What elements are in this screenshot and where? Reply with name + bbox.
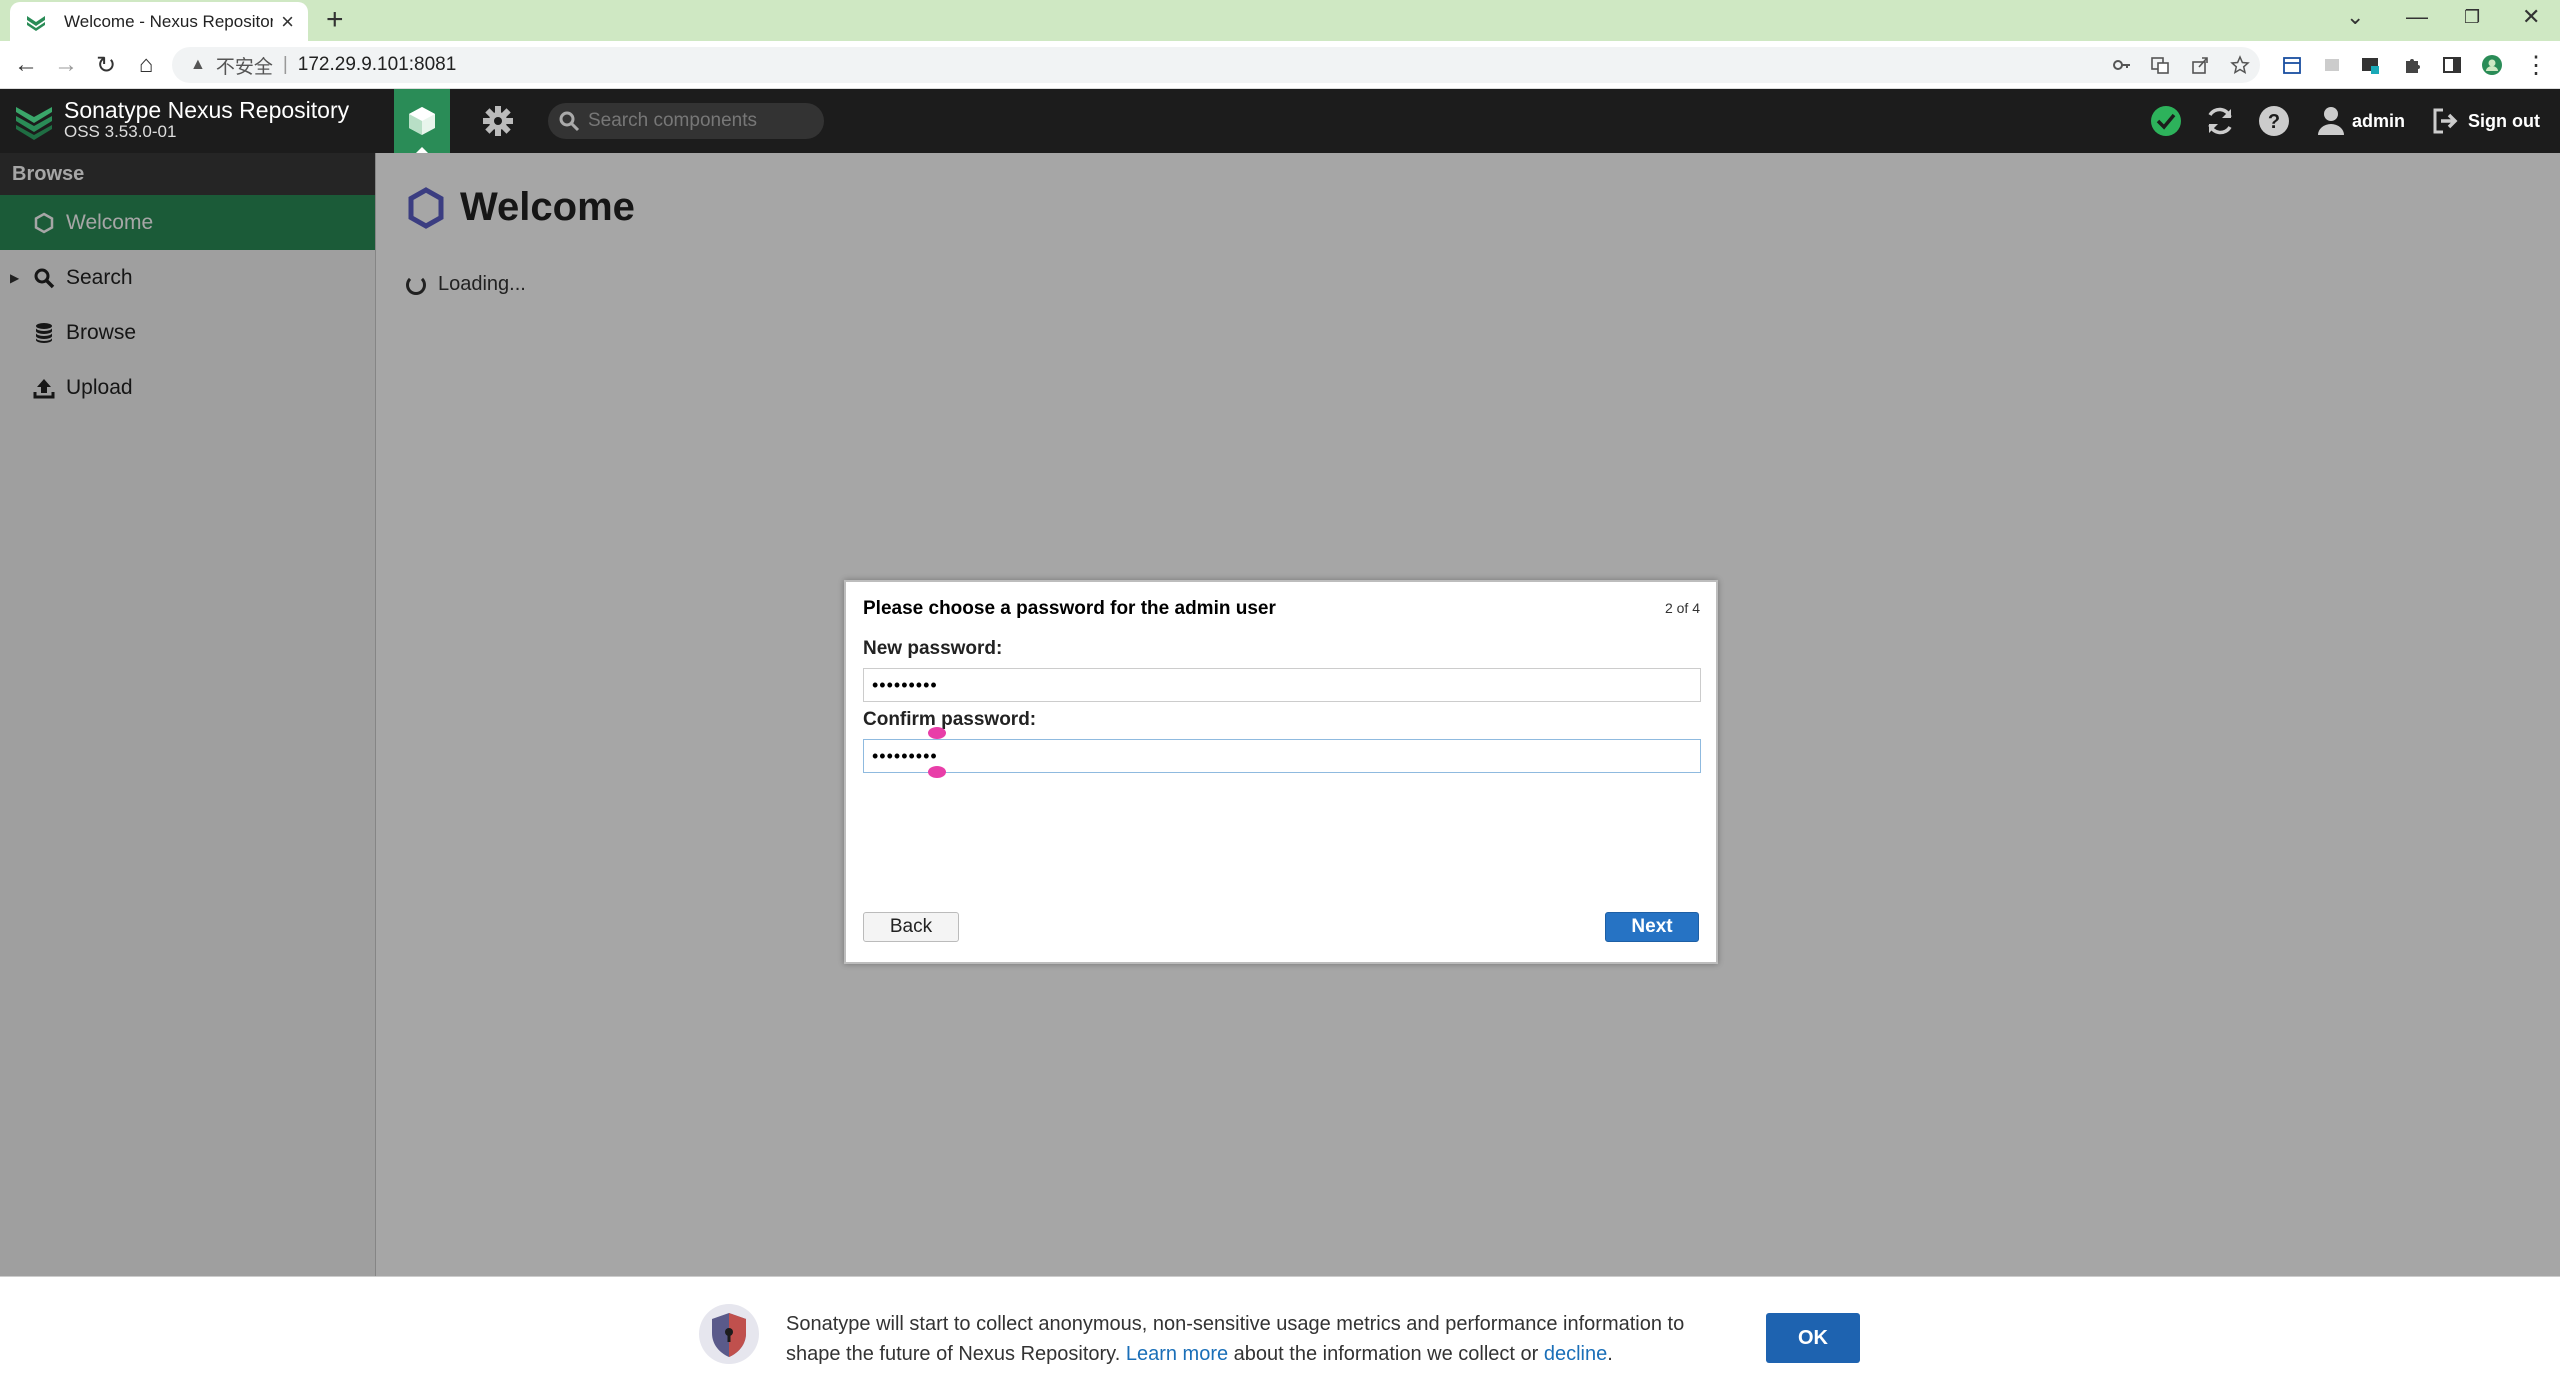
decline-link[interactable]: decline xyxy=(1544,1343,1607,1365)
refresh-button[interactable] xyxy=(2202,103,2238,139)
extension-reader-icon[interactable] xyxy=(2322,55,2342,75)
key-icon[interactable] xyxy=(2112,55,2132,75)
address-bar[interactable]: ▲ 不安全 | 172.29.9.101:8081 xyxy=(172,47,2260,83)
minimize-window-icon[interactable]: — xyxy=(2406,6,2428,28)
product-version: OSS 3.53.0-01 xyxy=(64,122,177,141)
refresh-icon xyxy=(2208,107,2232,135)
tab-search-chevron-icon[interactable]: ⌄ xyxy=(2346,6,2364,28)
brand[interactable]: Sonatype Nexus Repository OSS 3.53.0-01 xyxy=(14,97,349,141)
cube-icon xyxy=(409,107,435,135)
help-icon: ? xyxy=(2259,106,2289,136)
browser-tab-title: Welcome - Nexus Repository M xyxy=(64,11,274,31)
nexus-favicon-icon xyxy=(27,15,45,31)
consent-text-middle: about the information we collect or xyxy=(1233,1343,1539,1365)
dialog-title: Please choose a password for the admin u… xyxy=(863,598,1276,619)
home-icon[interactable]: ⌂ xyxy=(132,51,160,79)
next-button[interactable]: Next xyxy=(1605,912,1699,942)
administration-mode-button[interactable] xyxy=(470,89,526,153)
browse-mode-button[interactable] xyxy=(394,89,450,153)
product-name: Sonatype Nexus Repository xyxy=(64,97,350,123)
check-circle-icon xyxy=(2151,106,2181,136)
search-icon xyxy=(559,111,580,132)
close-tab-icon[interactable]: × xyxy=(281,10,294,33)
extension-calendar-icon[interactable] xyxy=(2282,55,2302,75)
sign-out-button[interactable]: Sign out xyxy=(2432,103,2540,139)
search-components-input[interactable] xyxy=(588,110,818,132)
reload-icon[interactable]: ↻ xyxy=(92,51,120,79)
close-window-icon[interactable]: ✕ xyxy=(2522,6,2540,28)
gear-icon xyxy=(483,106,513,136)
warning-icon: ▲ xyxy=(190,56,206,73)
search-components-box[interactable] xyxy=(548,103,824,139)
confirm-password-field[interactable] xyxy=(863,739,1701,773)
user-icon xyxy=(2318,107,2344,135)
back-button[interactable]: Back xyxy=(863,912,959,942)
sign-out-label: Sign out xyxy=(2468,110,2540,131)
forward-arrow-icon[interactable]: → xyxy=(52,51,80,79)
browser-tab-strip: Welcome - Nexus Repository M × + ⌄ — ❐ ✕ xyxy=(0,0,2560,41)
new-password-field[interactable] xyxy=(863,668,1701,702)
consent-text-end: . xyxy=(1607,1343,1613,1365)
back-arrow-icon[interactable]: ← xyxy=(12,51,40,79)
system-status-button[interactable] xyxy=(2148,103,2184,139)
new-password-label: New password: xyxy=(863,638,1003,659)
confirm-password-label: Confirm password: xyxy=(863,709,1037,730)
text-cursor-handle-top xyxy=(928,727,946,739)
setup-wizard-dialog: Please choose a password for the admin u… xyxy=(844,580,1718,964)
analytics-consent-banner: Sonatype will start to collect anonymous… xyxy=(0,1276,2560,1378)
user-menu[interactable]: admin xyxy=(2316,103,2405,139)
sign-out-icon xyxy=(2433,108,2458,134)
consent-message: Sonatype will start to collect anonymous… xyxy=(786,1309,1706,1369)
learn-more-link[interactable]: Learn more xyxy=(1126,1343,1228,1365)
bookmark-star-icon[interactable] xyxy=(2230,55,2250,75)
user-name: admin xyxy=(2352,110,2406,131)
text-cursor-handle-bottom xyxy=(928,766,946,778)
url-text: 172.29.9.101:8081 xyxy=(297,54,457,75)
nexus-header: Sonatype Nexus Repository OSS 3.53.0-01 xyxy=(0,89,2560,153)
security-label: 不安全 xyxy=(215,56,273,78)
url-separator: | xyxy=(282,54,288,75)
help-button[interactable]: ? xyxy=(2256,103,2292,139)
translate-icon[interactable] xyxy=(2150,55,2170,75)
restore-window-icon[interactable]: ❐ xyxy=(2464,8,2480,26)
extension-cast-icon[interactable] xyxy=(2360,55,2380,75)
share-icon[interactable] xyxy=(2190,55,2210,75)
side-panel-icon[interactable] xyxy=(2442,55,2462,75)
privacy-shield-icon xyxy=(699,1304,759,1364)
profile-avatar-icon[interactable] xyxy=(2482,55,2502,75)
step-indicator: 2 of 4 xyxy=(1664,600,1700,616)
ok-button[interactable]: OK xyxy=(1766,1313,1860,1363)
new-tab-button[interactable]: + xyxy=(326,5,344,35)
sonatype-logo-icon xyxy=(16,107,52,140)
svg-text:?: ? xyxy=(2268,111,2280,133)
browser-menu-icon[interactable]: ⋮ xyxy=(2522,51,2550,79)
extensions-puzzle-icon[interactable] xyxy=(2402,55,2422,75)
browser-toolbar: ← → ↻ ⌂ ▲ 不安全 | 172.29.9.101:8081 ⋮ xyxy=(0,41,2560,89)
browser-tab[interactable]: Welcome - Nexus Repository M × xyxy=(10,2,308,41)
